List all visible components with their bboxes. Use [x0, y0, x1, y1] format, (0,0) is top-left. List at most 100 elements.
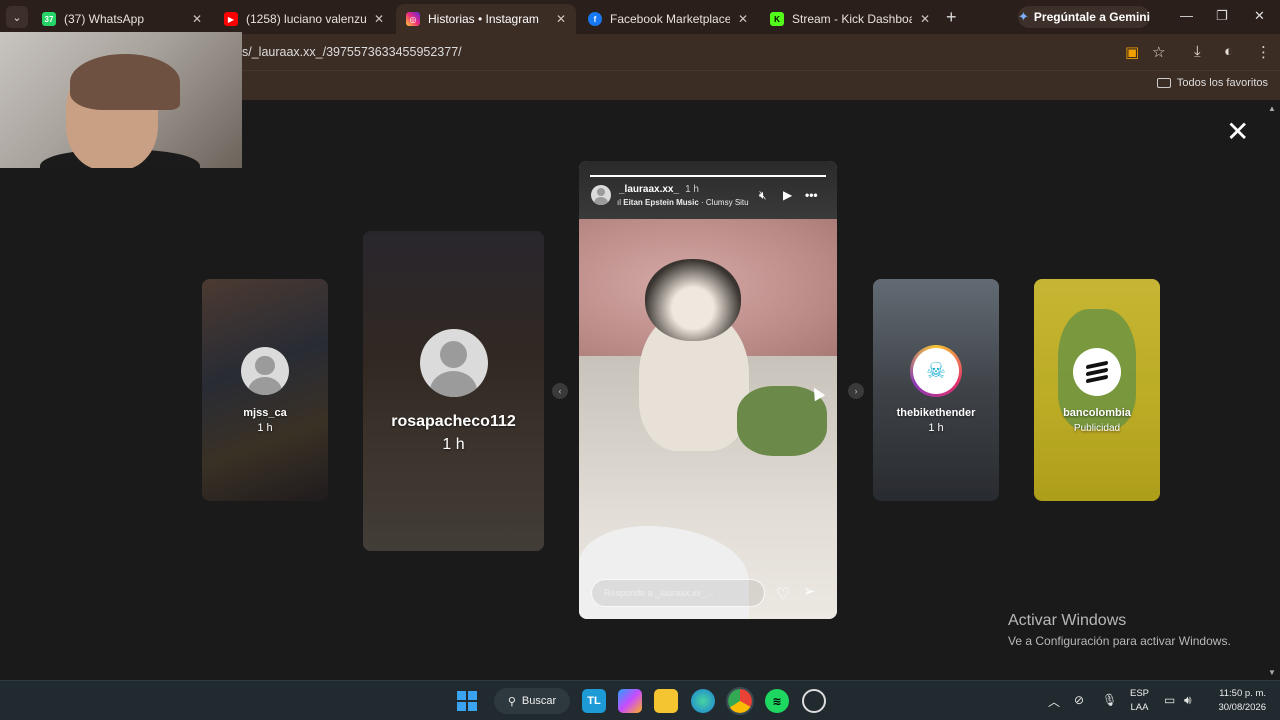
url-text: s/_lauraax.xx_/3975573633455952377/	[242, 45, 462, 59]
close-tab-icon[interactable]: ✕	[374, 12, 384, 26]
skull-logo-icon: ☠	[913, 348, 959, 394]
microphone-icon[interactable]: 🎙︎	[1102, 693, 1117, 707]
chrome-icon[interactable]	[726, 687, 754, 715]
tab-search-button[interactable]: ⌄	[6, 6, 28, 28]
search-label: Buscar	[521, 695, 557, 707]
kick-icon: K	[770, 12, 784, 26]
story-card-bancolombia[interactable]: bancolombia Publicidad	[1034, 279, 1160, 501]
new-tab-button[interactable]: +	[946, 7, 957, 28]
sponsored-label: Publicidad	[1073, 423, 1121, 434]
profile-avatar[interactable]: ◐	[1224, 43, 1233, 60]
close-tab-icon[interactable]: ✕	[738, 12, 748, 26]
webcam-overlay	[0, 32, 242, 168]
volume-icon[interactable]: 🔊︎	[1184, 693, 1192, 708]
app-notification-icon[interactable]	[802, 689, 826, 713]
tab-label: Facebook Marketplace | Fac	[610, 12, 730, 26]
cast-icon[interactable]: ▣	[1125, 43, 1139, 61]
story-username: thebikethender	[896, 407, 976, 419]
story-time: 1 h	[442, 436, 465, 453]
tab-whatsapp[interactable]: 37 (37) WhatsApp ✕	[32, 4, 212, 34]
story-card-thebikethender[interactable]: ☠ thebikethender 1 h	[873, 279, 999, 501]
copilot-icon[interactable]	[618, 689, 642, 713]
tab-kick[interactable]: K Stream - Kick Dashboard ✕	[760, 4, 940, 34]
clock-time: 11:50 p. m.	[1219, 688, 1266, 699]
translucent-tb-icon[interactable]: TL	[582, 689, 606, 713]
story-card-mjss-ca[interactable]: mjss_ca 1 h	[202, 279, 328, 501]
bookmark-star-icon[interactable]: ☆	[1152, 43, 1165, 61]
close-icon[interactable]: ✕	[1226, 118, 1249, 146]
gemini-label: Pregúntale a Gemini	[1033, 10, 1150, 24]
system-clock[interactable]: 11:50 p. m. 30/08/2026	[1206, 687, 1266, 715]
mute-icon[interactable]: 🔇︎	[759, 188, 767, 203]
file-explorer-icon[interactable]	[654, 689, 678, 713]
close-tab-icon[interactable]: ✕	[556, 12, 566, 26]
avatar: ☠	[910, 345, 962, 397]
active-story[interactable]: _lauraax.xx_ 1 h ıl Eitan Epstein Music ·…	[579, 161, 837, 619]
bookmarks-folder-label: Todos los favoritos	[1176, 77, 1268, 89]
more-options-icon[interactable]: •••	[805, 188, 818, 202]
tab-label: Stream - Kick Dashboard	[792, 12, 912, 26]
more-menu-icon[interactable]: ⋮	[1256, 43, 1271, 61]
scroll-down-arrow[interactable]: ▼	[1268, 668, 1276, 677]
activation-title: Activar Windows	[1008, 612, 1127, 629]
reply-input[interactable]: Responde a _lauraax.xx_...	[591, 579, 765, 607]
windows-activation-watermark: Activar Windows Ve a Configuración para …	[1008, 612, 1231, 648]
send-icon[interactable]: ➢	[803, 582, 816, 600]
network-off-icon[interactable]: ⊘	[1074, 693, 1084, 707]
story-username: bancolombia	[1063, 407, 1131, 419]
minimize-button[interactable]: —	[1180, 8, 1193, 23]
folder-icon	[1156, 78, 1171, 88]
story-username[interactable]: _lauraax.xx_	[619, 184, 679, 195]
avatar	[419, 329, 488, 397]
download-icon[interactable]: ⤓	[1194, 43, 1201, 60]
play-icon[interactable]: ▶	[783, 188, 792, 202]
display-icon[interactable]: ▭	[1164, 693, 1175, 707]
story-card-rosapacheco112[interactable]: rosapacheco112 1 h	[363, 231, 544, 551]
restore-button[interactable]: ❐	[1216, 8, 1228, 24]
previous-story-button[interactable]: ‹	[552, 383, 568, 399]
avatar	[241, 347, 289, 395]
story-username: mjss_ca	[243, 407, 287, 419]
windows-taskbar: ⚲ Buscar TL ≋ ︿ ⊘ 🎙︎ ESP LAA ▭ 🔊︎ 11:50 …	[0, 680, 1280, 720]
all-bookmarks-button[interactable]: Todos los favoritos	[1156, 77, 1268, 89]
bancolombia-logo-icon	[1073, 348, 1121, 396]
facebook-icon: f	[588, 12, 602, 26]
story-progress-bar	[590, 175, 826, 177]
whatsapp-icon: 37	[42, 12, 56, 26]
gemini-button[interactable]: ✦ Pregúntale a Gemini	[1018, 6, 1150, 28]
reply-placeholder: Responde a _lauraax.xx_...	[604, 588, 714, 598]
story-time: 1 h	[257, 422, 273, 434]
spotify-icon[interactable]: ≋	[765, 689, 789, 713]
story-time: 1 h	[685, 184, 699, 195]
show-hidden-icons[interactable]: ︿	[1048, 693, 1060, 710]
scroll-up-arrow[interactable]: ▲	[1268, 104, 1276, 113]
windows-logo-icon	[457, 691, 477, 711]
tab-label: (37) WhatsApp	[64, 12, 145, 26]
tab-label: Historias • Instagram	[428, 12, 539, 26]
gemini-icon: ✦	[1018, 9, 1029, 24]
start-button[interactable]	[455, 689, 479, 713]
youtube-icon: ▶	[224, 12, 238, 26]
edge-icon[interactable]	[691, 689, 715, 713]
address-bar[interactable]: s/_lauraax.xx_/3975573633455952377/	[236, 39, 1116, 65]
close-tab-icon[interactable]: ✕	[192, 12, 202, 26]
tab-bar: ⌄ 37 (37) WhatsApp ✕ ▶ (1258) luciano va…	[0, 0, 1280, 34]
language-code: ESP	[1130, 688, 1150, 699]
story-time: 1 h	[928, 422, 944, 434]
music-artist: Eitan Epstein Music	[623, 198, 699, 207]
close-window-button[interactable]: ✕	[1254, 8, 1265, 24]
taskbar-search[interactable]: ⚲ Buscar	[494, 688, 570, 714]
story-music[interactable]: ıl Eitan Epstein Music · Clumsy Situ	[617, 198, 749, 207]
tab-facebook[interactable]: f Facebook Marketplace | Fac ✕	[578, 4, 758, 34]
heart-icon[interactable]: ♡	[776, 584, 790, 604]
music-track: · Clumsy Situ	[698, 198, 749, 207]
language-indicator[interactable]: ESP LAA	[1130, 687, 1149, 715]
story-username: rosapacheco112	[391, 413, 516, 430]
search-icon: ⚲	[507, 695, 516, 708]
tab-youtube[interactable]: ▶ (1258) luciano valenzuela m ✕	[214, 4, 394, 34]
activation-subtitle: Ve a Configuración para activar Windows.	[1008, 634, 1231, 648]
close-tab-icon[interactable]: ✕	[920, 12, 930, 26]
tab-instagram[interactable]: ◎ Historias • Instagram ✕	[396, 4, 576, 34]
next-story-button[interactable]: ›	[848, 383, 864, 399]
avatar[interactable]	[591, 185, 611, 205]
